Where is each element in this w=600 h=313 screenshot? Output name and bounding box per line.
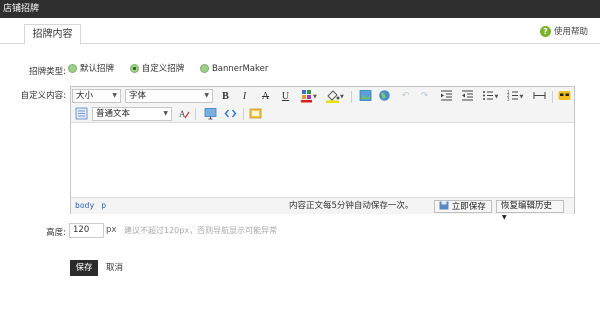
document-list-icon <box>75 107 88 120</box>
save-button[interactable]: 保存 <box>70 260 98 276</box>
font-color-button[interactable]: ▼ <box>300 89 317 103</box>
radio-custom-circle[interactable] <box>129 64 139 73</box>
autosave-notice: 内容正文每5分钟自动保存一次。 <box>289 201 414 211</box>
help-icon: ? <box>539 26 551 37</box>
toolbar-separator <box>351 91 352 103</box>
svg-text:▼: ▼ <box>495 94 499 100</box>
numbered-list-button[interactable]: 1 2 3 ▼ <box>507 89 525 102</box>
svg-text:3: 3 <box>507 97 510 102</box>
emoticon-icon <box>558 91 571 100</box>
restore-history-label: 恢复编辑历史 <box>501 201 553 211</box>
svg-text:▼: ▼ <box>340 94 344 100</box>
font-size-select[interactable]: 大小 ▼ <box>72 89 121 103</box>
italic-button[interactable]: I <box>238 90 251 103</box>
radio-bannermaker[interactable]: BannerMaker <box>199 63 269 75</box>
svg-text:▼: ▼ <box>520 94 524 100</box>
radio-default-signboard[interactable]: 默认招牌 <box>68 63 114 75</box>
horizontal-rule-icon <box>533 92 546 99</box>
height-hint: 建议不超过120px，否则导航显示可能异常 <box>124 226 278 235</box>
monitor-icon <box>204 108 217 120</box>
source-view-button[interactable] <box>75 107 88 120</box>
path-item-body[interactable]: body <box>75 201 94 210</box>
highlight-color-button[interactable]: ▼ <box>325 89 345 103</box>
outdent-button[interactable] <box>461 89 474 102</box>
redo-button[interactable]: ↷ <box>418 90 431 103</box>
indent-button[interactable] <box>440 89 453 102</box>
height-unit: px <box>106 225 117 235</box>
numbered-list-icon: 123 ▼ <box>507 90 524 102</box>
font-family-select[interactable]: 字体 ▼ <box>125 89 213 103</box>
template-icon <box>249 108 262 119</box>
signboard-type-radio-group: 默认招牌 自定义招牌 BannerMaker <box>68 63 281 75</box>
image-icon <box>359 90 372 101</box>
link-button[interactable] <box>378 89 391 102</box>
bullet-list-icon: ▼ <box>483 91 499 100</box>
editor-statusbar: body p 内容正文每5分钟自动保存一次。 立即保存 恢复编辑历史 ▼ <box>71 197 574 221</box>
undo-button[interactable]: ↶ <box>399 90 412 103</box>
editor-content-area[interactable] <box>71 124 574 197</box>
emoticon-button[interactable] <box>558 89 571 102</box>
editor-toolbar: 大小 ▼ 字体 ▼ B I A U ▼ ▼ ↶ ↷ ▼ 1 2 3 ▼ 普通文本… <box>71 87 574 123</box>
paint-bucket-icon: ▼ <box>326 90 344 103</box>
horizontal-rule-button[interactable] <box>533 89 546 102</box>
chevron-down-icon: ▼ <box>204 92 209 99</box>
tab-signboard-content[interactable]: 招牌内容 <box>24 24 81 45</box>
radio-default-label: 默认招牌 <box>80 64 115 74</box>
font-color-icon: ▼ <box>301 90 317 103</box>
signboard-type-label: 招牌类型: <box>29 67 66 77</box>
clear-format-button[interactable]: A <box>178 107 191 120</box>
window-title: 店铺招牌 <box>3 4 40 14</box>
font-family-select-label: 字体 <box>129 91 147 101</box>
rich-text-editor: 大小 ▼ 字体 ▼ B I A U ▼ ▼ ↶ ↷ ▼ 1 2 3 ▼ 普通文本… <box>70 86 575 221</box>
radio-default-circle[interactable] <box>68 64 77 73</box>
toolbar-separator <box>195 108 196 120</box>
image-button[interactable] <box>359 89 372 102</box>
radio-custom-label: 自定义招牌 <box>141 64 185 74</box>
disk-icon <box>439 201 449 210</box>
font-size-select-label: 大小 <box>76 91 94 101</box>
cancel-button[interactable]: 取消 <box>106 260 123 276</box>
code-button[interactable] <box>224 107 237 120</box>
insert-media-button[interactable] <box>204 107 217 120</box>
toolbar-separator <box>552 91 553 103</box>
eraser-format-icon: A <box>179 109 190 119</box>
svg-text:▼: ▼ <box>313 94 317 100</box>
chevron-down-icon: ▼ <box>112 92 117 99</box>
help-label: 使用帮助 <box>553 27 588 37</box>
paragraph-format-select-label: 普通文本 <box>96 109 131 119</box>
element-path: body p <box>75 198 113 214</box>
chevron-down-icon: ▼ <box>163 110 168 117</box>
window-titlebar: 店铺招牌 <box>0 0 600 18</box>
toolbar-separator <box>243 108 244 120</box>
strikethrough-button[interactable]: A <box>259 90 272 103</box>
code-icon <box>224 109 237 118</box>
indent-icon <box>441 90 452 101</box>
paragraph-format-select[interactable]: 普通文本 ▼ <box>92 107 172 121</box>
underline-button[interactable]: U <box>279 90 292 103</box>
help-link[interactable]: ? 使用帮助 <box>539 26 588 38</box>
globe-icon <box>379 90 390 101</box>
height-label: 高度: <box>46 228 66 238</box>
bold-button[interactable]: B <box>219 90 232 103</box>
template-button[interactable] <box>249 107 262 120</box>
save-now-button[interactable]: 立即保存 <box>434 200 492 213</box>
chevron-down-icon: ▼ <box>502 214 507 221</box>
path-item-p[interactable]: p <box>101 201 106 210</box>
radio-bannermaker-label: BannerMaker <box>211 64 269 74</box>
radio-bannermaker-circle[interactable] <box>199 64 209 73</box>
bullet-list-button[interactable]: ▼ <box>482 89 500 102</box>
tab-strip: 招牌内容 ? 使用帮助 <box>0 18 600 45</box>
custom-content-label: 自定义内容: <box>20 91 66 101</box>
radio-custom-signboard[interactable]: 自定义招牌 <box>129 63 185 75</box>
save-now-label: 立即保存 <box>451 202 486 212</box>
height-input[interactable]: 120 <box>69 223 104 238</box>
restore-history-button[interactable]: 恢复编辑历史 ▼ <box>496 200 564 221</box>
outdent-icon <box>462 90 473 101</box>
